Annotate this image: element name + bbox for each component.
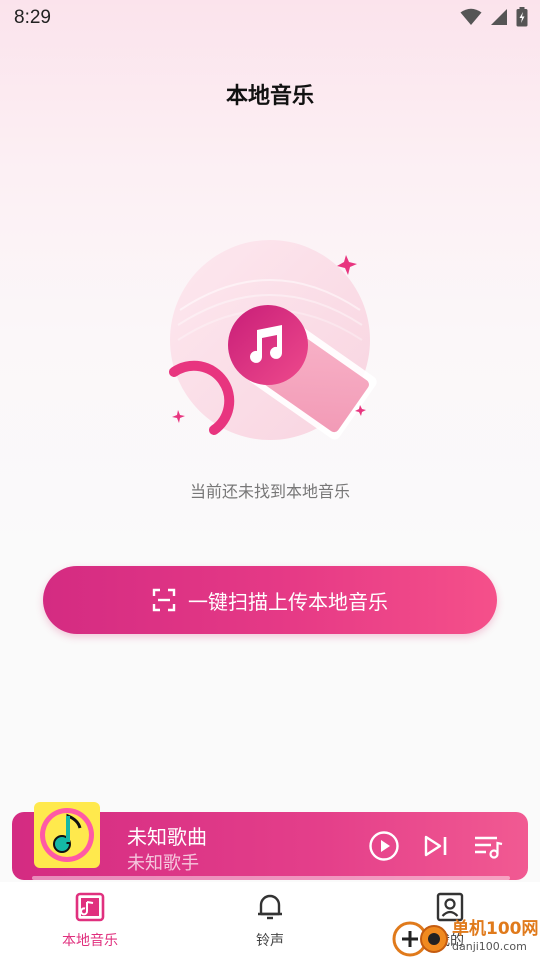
tab-local-music[interactable]: 本地音乐 [30,892,150,950]
music-note-cover-icon [40,808,94,862]
next-track-button[interactable] [420,830,452,862]
watermark-logo-icon [392,921,448,957]
album-art[interactable] [34,802,100,868]
mini-player[interactable]: 未知歌曲 未知歌手 [12,802,528,880]
song-artist: 未知歌手 [127,853,199,874]
watermark-url: danji100.com [452,940,527,953]
status-time: 8:29 [14,7,51,28]
cellular-signal-icon [491,9,507,25]
playback-progress-bar[interactable] [32,876,510,880]
scan-upload-button[interactable]: 一键扫描上传本地音乐 [43,566,497,634]
tab-label: 铃声 [256,933,284,949]
battery-icon [516,7,528,27]
tab-label: 本地音乐 [62,933,118,949]
tab-ringtones[interactable]: 铃声 [210,892,330,950]
empty-state-message: 当前还未找到本地音乐 [189,482,350,501]
playlist-button[interactable] [472,830,504,862]
bell-icon [258,894,282,920]
song-title: 未知歌曲 [127,825,207,849]
scan-button-label: 一键扫描上传本地音乐 [188,589,388,614]
watermark-brand: 单机100网 [452,919,539,939]
status-bar: 8:29 [0,0,540,36]
play-button[interactable] [368,830,400,862]
page-title: 本地音乐 [225,84,314,109]
scan-icon [152,588,176,612]
status-icons [460,7,528,27]
wifi-icon [460,8,482,25]
music-note-icon [75,892,105,922]
site-watermark: 单机100网 danji100.com [388,912,540,960]
empty-music-illustration [169,240,377,440]
